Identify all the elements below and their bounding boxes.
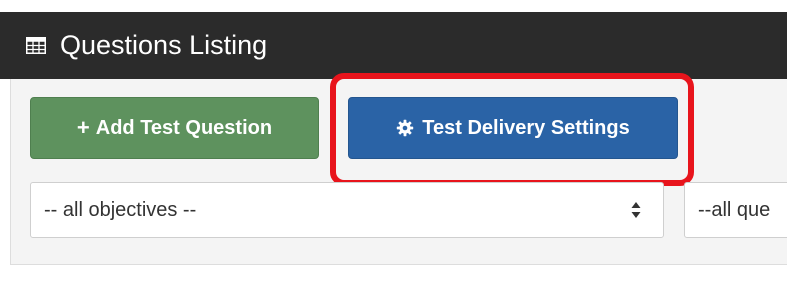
page-title: Questions Listing: [60, 30, 268, 60]
table-icon: [26, 37, 46, 54]
highlight-box: [330, 73, 694, 186]
top-strip: [0, 0, 787, 12]
questions-select[interactable]: --all que: [684, 182, 787, 238]
add-test-question-button[interactable]: + Add Test Question: [30, 97, 319, 159]
objectives-select[interactable]: -- all objectives --: [30, 182, 664, 238]
objectives-select-value: -- all objectives --: [44, 198, 197, 221]
questions-select-value: --all que: [698, 198, 771, 221]
add-test-question-label: Add Test Question: [95, 116, 273, 139]
select-caret-icon: [631, 200, 641, 220]
listing-area: [10, 265, 787, 289]
page-header: Questions Listing: [0, 12, 787, 79]
plus-icon: +: [76, 115, 90, 140]
